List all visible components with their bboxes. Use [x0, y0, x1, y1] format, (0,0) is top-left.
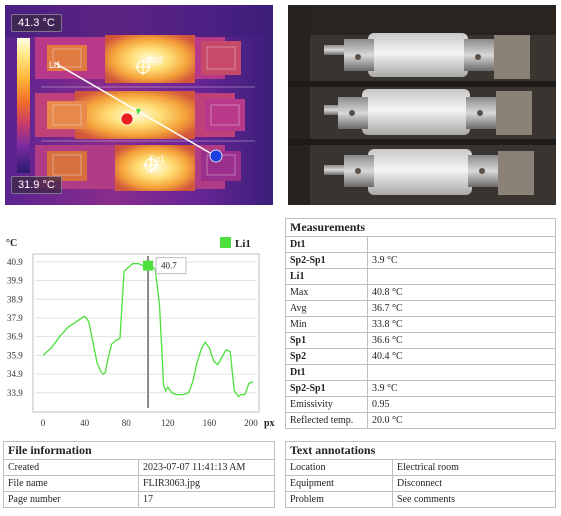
- measurement-value: 20.0 °C: [367, 412, 556, 429]
- text-annotation-row: Problem See comments: [285, 491, 556, 508]
- measurement-value: 36.6 °C: [367, 332, 556, 349]
- text-annotations-table: Text annotations Location Electrical room…: [285, 441, 556, 508]
- file-info-row: Page number 17: [3, 491, 275, 508]
- y-tick-label: 40.9: [7, 257, 23, 267]
- file-info-label: Page number: [3, 491, 139, 508]
- fuse-row-bottom: [35, 145, 241, 191]
- y-tick-label: 38.9: [7, 294, 23, 304]
- text-annotation-value: See comments: [392, 491, 556, 508]
- measurement-label: Emissivity: [285, 396, 368, 413]
- text-annotation-value: Electrical room: [392, 459, 556, 476]
- text-annotation-row: Equipment Disconnect: [285, 475, 556, 492]
- y-tick-label: 36.9: [7, 332, 23, 342]
- measurement-label: Reflected temp.: [285, 412, 368, 429]
- measurement-value: 33.8 °C: [367, 316, 556, 333]
- measurement-label: Min: [285, 316, 368, 333]
- x-tick-label: 120: [161, 418, 175, 428]
- measurement-value: 3.9 °C: [367, 380, 556, 397]
- y-tick-label: 37.9: [7, 313, 23, 323]
- measurements-title: Measurements: [285, 218, 556, 237]
- text-annotation-label: Equipment: [285, 475, 393, 492]
- legend-label-li1: Li1: [235, 238, 251, 250]
- measurement-label: Max: [285, 284, 368, 301]
- y-tick-label: 39.9: [7, 276, 23, 286]
- measurement-row: Max 40.8 °C: [285, 284, 556, 301]
- measurement-value: [367, 364, 556, 381]
- x-tick-label: 160: [203, 418, 217, 428]
- chart-cursor-value: 40.7: [161, 261, 177, 271]
- svg-text:Sp1: Sp1: [149, 154, 165, 164]
- chart-plot-area: [32, 253, 260, 413]
- measurement-row: Dt1: [285, 236, 556, 253]
- cold-spot-marker: [209, 149, 223, 163]
- measurement-value: [367, 236, 556, 253]
- file-information-table: File information Created 2023-07-07 11:41…: [3, 441, 275, 508]
- measurement-label: Sp2-Sp1: [285, 252, 368, 269]
- measurement-row: Sp1 36.6 °C: [285, 332, 556, 349]
- hot-spot-marker: [120, 112, 134, 126]
- measurement-row: Emissivity 0.95: [285, 396, 556, 413]
- measurement-row: Avg 36.7 °C: [285, 300, 556, 317]
- measurement-row: Li1: [285, 268, 556, 285]
- measurement-value: 0.95: [367, 396, 556, 413]
- file-info-label: Created: [3, 459, 139, 476]
- x-tick-label: 40: [80, 418, 90, 428]
- line-profile-chart: °C Li1 33.9 34.9 35.9 36.9 37.9 38.9 39.9 40.9 …: [5, 232, 275, 432]
- measurement-label: Avg: [285, 300, 368, 317]
- min-temperature-badge: 31.9 °C: [11, 176, 62, 194]
- y-tick-label: 35.9: [7, 350, 23, 360]
- measurement-value: [367, 268, 556, 285]
- measurements-table: Measurements Dt1 Sp2-Sp1 3.9 °C Li1 Max 40.8 …: [285, 218, 556, 429]
- max-temperature-badge: 41.3 °C: [11, 14, 62, 32]
- measurement-value: 36.7 °C: [367, 300, 556, 317]
- chart-xlabel: px: [264, 418, 275, 429]
- file-info-value: 2023-07-07 11:41:13 AM: [138, 459, 275, 476]
- svg-text:Sp2: Sp2: [147, 55, 163, 65]
- legend-swatch-li1: [220, 237, 231, 248]
- measurement-label: Dt1: [285, 364, 368, 381]
- measurement-row: Sp2-Sp1 3.9 °C: [285, 252, 556, 269]
- line-label-li1: Li1: [49, 60, 61, 70]
- fuse-row-top: [35, 35, 241, 83]
- file-information-title: File information: [3, 441, 275, 460]
- x-tick-label: 200: [244, 418, 258, 428]
- file-info-row: Created 2023-07-07 11:41:13 AM: [3, 459, 275, 476]
- file-info-value: FLIR3063.jpg: [138, 475, 275, 492]
- measurement-row: Sp2-Sp1 3.9 °C: [285, 380, 556, 397]
- measurement-row: Reflected temp. 20.0 °C: [285, 412, 556, 429]
- x-tick-label: 0: [41, 418, 46, 428]
- text-annotation-label: Problem: [285, 491, 393, 508]
- text-annotation-label: Location: [285, 459, 393, 476]
- measurement-label: Sp1: [285, 332, 368, 349]
- visual-photo: [288, 5, 556, 205]
- measurement-row: Dt1: [285, 364, 556, 381]
- measurement-label: Li1: [285, 268, 368, 285]
- file-info-row: File name FLIR3063.jpg: [3, 475, 275, 492]
- visual-photo-canvas: [288, 5, 556, 205]
- text-annotation-row: Location Electrical room: [285, 459, 556, 476]
- thermal-image: Li1 Sp2 Sp1 41.3 °C 31.9 °C: [5, 5, 273, 205]
- measurement-value: 40.4 °C: [367, 348, 556, 365]
- measurement-value: 40.8 °C: [367, 284, 556, 301]
- x-tick-label: 80: [122, 418, 132, 428]
- temperature-scale-bar: [17, 38, 30, 173]
- chart-cursor-marker[interactable]: [143, 260, 154, 271]
- line-profile-chart-svg: °C Li1 33.934.935.936.937.938.939.940.9 …: [6, 237, 275, 429]
- measurement-value: 3.9 °C: [367, 252, 556, 269]
- measurement-label: Dt1: [285, 236, 368, 253]
- thermal-image-canvas: Li1 Sp2 Sp1: [5, 5, 273, 205]
- measurement-row: Min 33.8 °C: [285, 316, 556, 333]
- chart-ylabel: °C: [6, 238, 17, 249]
- file-info-label: File name: [3, 475, 139, 492]
- fuse-row-middle: [35, 91, 245, 139]
- text-annotation-value: Disconnect: [392, 475, 556, 492]
- file-info-value: 17: [138, 491, 275, 508]
- y-tick-label: 33.9: [7, 388, 23, 398]
- measurement-label: Sp2: [285, 348, 368, 365]
- measurement-row: Sp2 40.4 °C: [285, 348, 556, 365]
- measurement-label: Sp2-Sp1: [285, 380, 368, 397]
- text-annotations-title: Text annotations: [285, 441, 556, 460]
- y-tick-label: 34.9: [7, 369, 23, 379]
